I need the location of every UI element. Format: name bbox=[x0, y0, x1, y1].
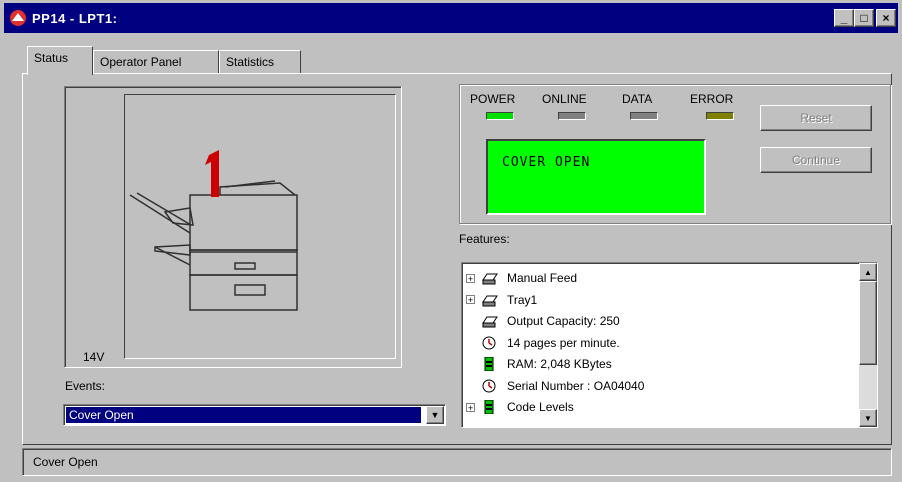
feature-item-label: Output Capacity: 250 bbox=[507, 314, 620, 328]
feature-item-label: RAM: 2,048 KBytes bbox=[507, 357, 612, 371]
scroll-down-button[interactable]: ▼ bbox=[859, 409, 877, 427]
events-selected-value: Cover Open bbox=[66, 407, 421, 423]
feature-item-label: Tray1 bbox=[507, 292, 538, 307]
tab-statistics[interactable]: Statistics bbox=[219, 50, 301, 74]
printer-illustration bbox=[124, 94, 396, 359]
feature-item[interactable]: Serial Number : OA04040 bbox=[466, 377, 644, 395]
features-label: Features: bbox=[459, 232, 510, 246]
expand-plus-icon[interactable]: + bbox=[466, 273, 475, 283]
online-led bbox=[558, 112, 586, 120]
scroll-up-button[interactable]: ▲ bbox=[859, 263, 877, 281]
memory-chip-icon bbox=[481, 357, 507, 371]
lcd-message: COVER OPEN bbox=[502, 155, 591, 170]
feature-item-label: Serial Number : OA04040 bbox=[507, 378, 645, 393]
feature-item-label: 14 pages per minute. bbox=[507, 335, 620, 350]
reset-button[interactable]: Reset bbox=[760, 105, 872, 131]
clock-icon bbox=[481, 336, 507, 350]
feature-item[interactable]: Output Capacity: 250 bbox=[466, 312, 620, 330]
events-dropdown-button[interactable]: ▼ bbox=[426, 406, 444, 424]
feature-item[interactable]: + Tray1 bbox=[466, 291, 537, 309]
tab-status[interactable]: Status bbox=[27, 46, 93, 75]
minimize-button[interactable]: _ bbox=[834, 9, 854, 27]
maximize-icon: □ bbox=[860, 11, 868, 25]
expand-plus-icon[interactable]: + bbox=[466, 295, 475, 305]
led-label-power: POWER bbox=[470, 92, 516, 106]
window-title: PP14 - LPT1: bbox=[32, 11, 118, 26]
feature-item-label: Code Levels bbox=[507, 400, 574, 414]
features-tree[interactable]: + Manual Feed + Tray1 Output Capacity: 250 14… bbox=[461, 262, 878, 428]
printer-icon bbox=[481, 293, 507, 307]
status-bar-text: Cover Open bbox=[33, 455, 98, 469]
memory-chip-icon bbox=[481, 400, 507, 414]
expand-plus-icon[interactable]: + bbox=[466, 402, 475, 412]
clock-icon bbox=[481, 379, 507, 393]
close-button[interactable]: × bbox=[876, 9, 896, 27]
error-marker-icon bbox=[205, 150, 219, 197]
power-led bbox=[486, 112, 514, 120]
chevron-up-icon: ▲ bbox=[864, 267, 872, 277]
printer-app-icon bbox=[10, 10, 26, 26]
printer-icon bbox=[481, 314, 507, 328]
printer-status-window: PP14 - LPT1: _ □ × Status Operator Panel… bbox=[0, 0, 902, 482]
status-tab-panel: 14V Events: Cover Open ▼ POWER ONLINE DA… bbox=[22, 73, 892, 445]
feature-item[interactable]: RAM: 2,048 KBytes bbox=[466, 355, 612, 373]
feature-item[interactable]: + Manual Feed bbox=[466, 269, 577, 287]
printer-illustration-frame: 14V bbox=[64, 86, 402, 368]
led-label-data: DATA bbox=[622, 92, 653, 106]
maximize-button[interactable]: □ bbox=[854, 9, 874, 27]
events-dropdown[interactable]: Cover Open ▼ bbox=[63, 404, 446, 426]
continue-button[interactable]: Continue bbox=[760, 147, 872, 173]
status-bar: Cover Open bbox=[22, 448, 892, 476]
printer-icon bbox=[481, 271, 507, 285]
tab-operator-panel[interactable]: Operator Panel bbox=[93, 50, 219, 74]
feature-item[interactable]: 14 pages per minute. bbox=[466, 334, 620, 352]
scroll-thumb[interactable] bbox=[859, 281, 877, 365]
led-label-error: ERROR bbox=[690, 92, 734, 106]
printer-model-label: 14V bbox=[83, 350, 105, 364]
printer-status-group: POWER ONLINE DATA ERROR COVER OPEN Reset… bbox=[459, 84, 891, 224]
lcd-display: COVER OPEN bbox=[486, 139, 706, 215]
chevron-down-icon: ▼ bbox=[430, 410, 440, 420]
close-icon: × bbox=[882, 11, 890, 25]
error-led bbox=[706, 112, 734, 120]
features-scrollbar[interactable]: ▲ ▼ bbox=[859, 263, 877, 427]
events-label: Events: bbox=[65, 379, 106, 393]
title-bar[interactable]: PP14 - LPT1: _ □ × bbox=[4, 3, 898, 33]
printer-diagram bbox=[129, 150, 298, 311]
feature-item[interactable]: + Code Levels bbox=[466, 398, 574, 416]
chevron-down-icon: ▼ bbox=[864, 413, 872, 423]
data-led bbox=[630, 112, 658, 120]
feature-item-label: Manual Feed bbox=[507, 271, 578, 285]
minimize-icon: _ bbox=[840, 11, 848, 25]
led-label-online: ONLINE bbox=[542, 92, 587, 106]
